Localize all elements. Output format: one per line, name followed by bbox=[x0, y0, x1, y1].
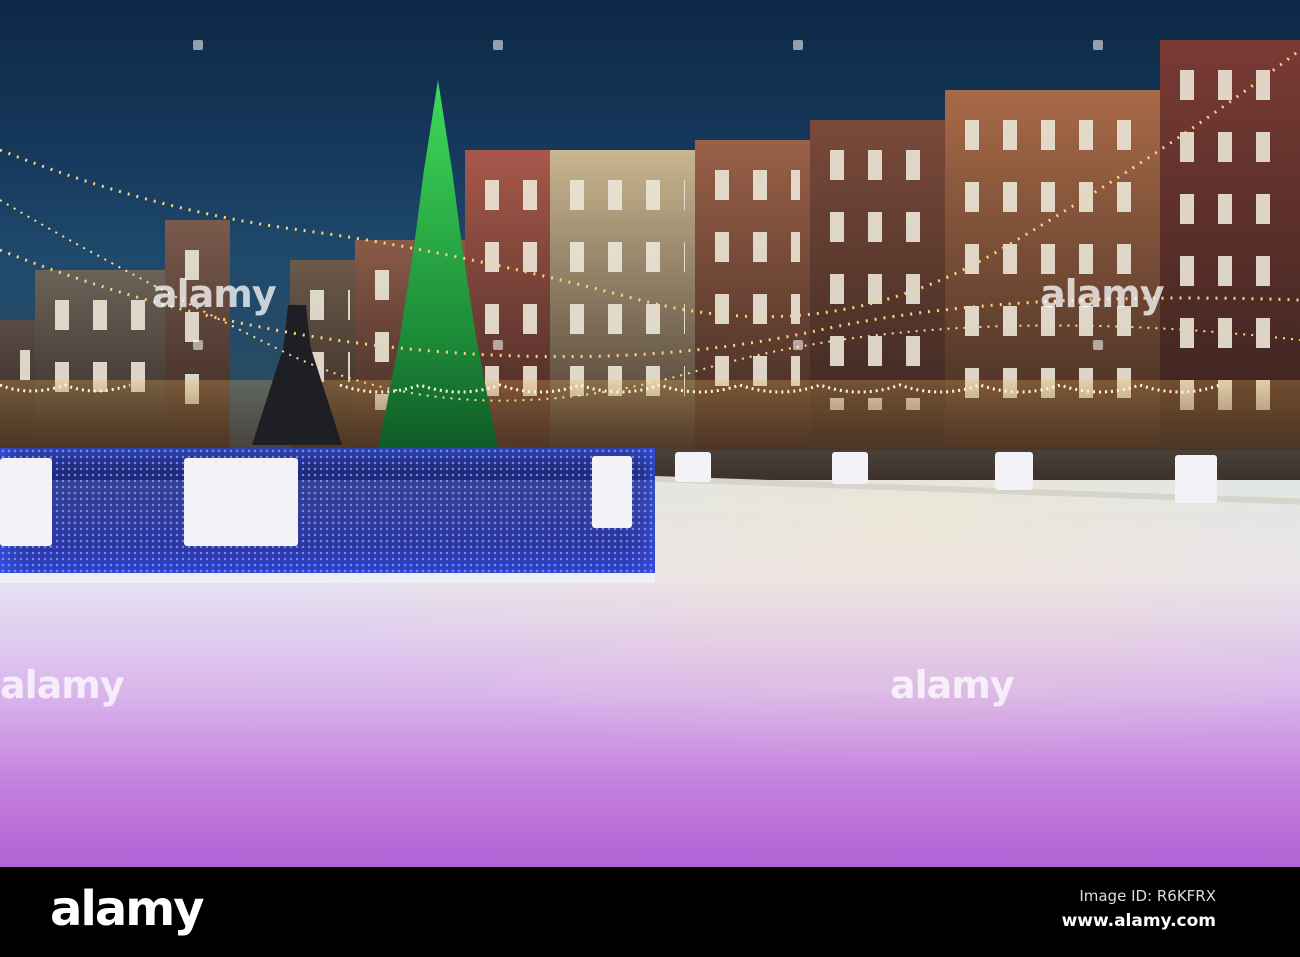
ice-rink-old-town-scene: alamy alamy alamy alamy bbox=[0, 0, 1300, 867]
watermark-text: alamy bbox=[0, 663, 125, 707]
barrier-panel bbox=[592, 456, 632, 528]
watermark-text: alamy bbox=[890, 663, 1015, 707]
watermark-dot bbox=[793, 340, 803, 350]
watermark-dot bbox=[793, 40, 803, 50]
image-id: Image ID: R6KFRX bbox=[1079, 887, 1216, 905]
watermark-dot bbox=[1093, 340, 1103, 350]
string-lights bbox=[0, 48, 1300, 402]
barrier-panel bbox=[0, 458, 52, 546]
stock-footer-bar: alamy Image ID: R6KFRX www.alamy.com bbox=[0, 867, 1300, 957]
stock-photo: alamy alamy alamy alamy alamy Image ID: … bbox=[0, 0, 1300, 957]
watermark-dot bbox=[193, 40, 203, 50]
watermark-dot bbox=[193, 340, 203, 350]
watermark-text: alamy bbox=[1040, 272, 1165, 316]
watermark-text: alamy bbox=[152, 272, 277, 316]
alamy-logo: alamy bbox=[50, 881, 205, 937]
illuminated-fountain bbox=[0, 448, 655, 583]
website-link[interactable]: www.alamy.com bbox=[1062, 911, 1216, 931]
barrier-panel bbox=[1175, 455, 1217, 503]
watermark-dot bbox=[493, 340, 503, 350]
barrier-panel bbox=[184, 458, 298, 546]
barrier-panel bbox=[995, 452, 1033, 490]
barrier-panel bbox=[675, 452, 711, 482]
watermark-dot bbox=[1093, 40, 1103, 50]
barrier-panel bbox=[832, 452, 868, 484]
watermark-dot bbox=[493, 40, 503, 50]
